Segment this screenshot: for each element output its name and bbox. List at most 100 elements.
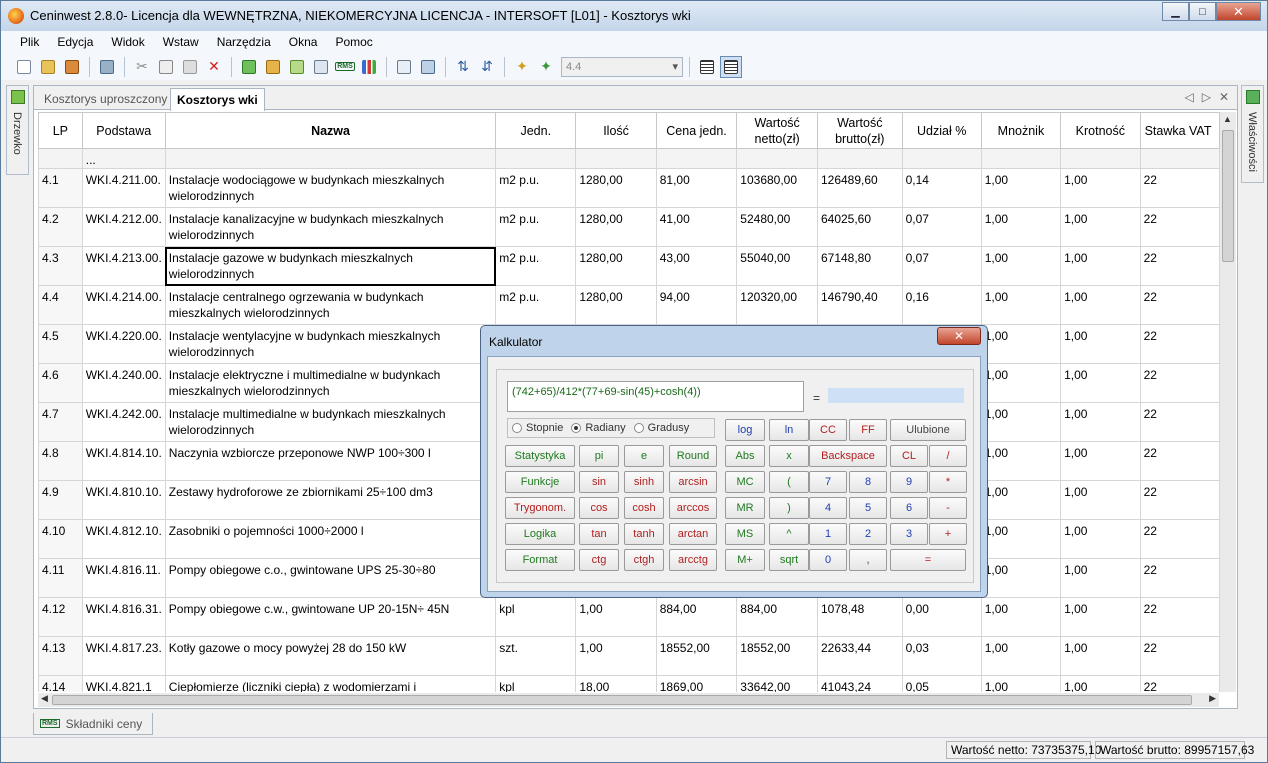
lparen-button[interactable]: ( <box>769 471 809 493</box>
wand-icon[interactable]: ✦ <box>511 56 533 78</box>
minimize-button[interactable]: ▁ <box>1162 2 1189 21</box>
detail-view-icon[interactable] <box>720 55 742 78</box>
cell-krotnosc[interactable]: 1,00 <box>1060 285 1141 325</box>
tree-dock[interactable]: Drzewko <box>6 85 29 175</box>
cell-brutto[interactable]: 67148,80 <box>816 246 903 286</box>
tab-kosztorys-uproszczony[interactable]: Kosztorys uproszczony <box>38 88 173 110</box>
horizontal-scrollbar[interactable]: ◀ ▶ <box>38 693 1219 707</box>
scroll-up-icon[interactable]: ▲ <box>1223 114 1232 124</box>
vertical-scrollbar[interactable]: ▲ <box>1220 112 1236 692</box>
format-button[interactable]: Format <box>505 549 575 571</box>
cell-udzial[interactable]: 0,07 <box>901 246 982 286</box>
table-row[interactable]: 4.1 WKI.4.211.00. Instalacje wodociągowe w… <box>38 168 1220 208</box>
cell-vat[interactable]: 22 <box>1139 207 1220 247</box>
cell-vat[interactable]: 22 <box>1139 363 1220 403</box>
cell-netto[interactable]: 884,00 <box>736 597 818 637</box>
cell-cena[interactable]: 94,00 <box>655 285 738 325</box>
digit-5-button[interactable]: 5 <box>849 497 887 519</box>
rparen-button[interactable]: ) <box>769 497 809 519</box>
cell-podstawa[interactable]: WKI.4.817.23. <box>81 636 166 676</box>
log-button[interactable]: log <box>725 419 765 441</box>
backspace-button[interactable]: Backspace <box>809 445 887 467</box>
table-row[interactable]: 4.12 WKI.4.816.31. Pompy obiegowe c.w., gw… <box>38 597 1220 637</box>
cell-mnoznik[interactable]: 1,00 <box>980 636 1062 676</box>
menu-okna[interactable]: Okna <box>280 35 327 49</box>
cell-brutto[interactable]: 64025,60 <box>816 207 903 247</box>
ulubione-button[interactable]: Ulubione <box>890 419 966 441</box>
cell-krotnosc[interactable]: 1,00 <box>1060 636 1141 676</box>
cell-nazwa[interactable]: Instalacje centralnego ogrzewania w budy… <box>164 285 497 325</box>
menu-wstaw[interactable]: Wstaw <box>154 35 208 49</box>
radio-radiany[interactable]: Radiany <box>571 422 626 434</box>
tab-next-icon[interactable]: ▷ <box>1202 90 1211 104</box>
cell-podstawa[interactable]: WKI.4.211.00. <box>81 168 166 208</box>
cell-podstawa[interactable]: WKI.4.814.10. <box>81 441 166 481</box>
cell-krotnosc[interactable]: 1,00 <box>1060 480 1141 520</box>
cell-vat[interactable]: 22 <box>1139 168 1220 208</box>
paste-icon[interactable] <box>179 56 201 78</box>
tan-button[interactable]: tan <box>579 523 619 545</box>
cell-krotnosc[interactable]: 1,00 <box>1060 168 1141 208</box>
col-header-podstawa[interactable]: Podstawa <box>81 112 166 149</box>
copy-icon[interactable] <box>155 56 177 78</box>
cell-lp[interactable]: 4.7 <box>38 402 83 442</box>
col-header-jedn[interactable]: Jedn. <box>495 112 577 149</box>
menu-plik[interactable]: Plik <box>11 35 48 49</box>
vertical-scroll-thumb[interactable] <box>1222 130 1234 262</box>
cell-ilosc[interactable]: 1280,00 <box>575 207 657 247</box>
col-header-vat[interactable]: Stawka VAT <box>1139 112 1220 149</box>
cut-icon[interactable]: ✂ <box>131 56 153 78</box>
cell-krotnosc[interactable]: 1,00 <box>1060 363 1141 403</box>
cl-button[interactable]: CL <box>890 445 928 467</box>
scroll-left-icon[interactable]: ◀ <box>41 693 48 704</box>
cell-nazwa[interactable]: Instalacje wodociągowe w budynkach miesz… <box>164 168 497 208</box>
menu-narzedzia[interactable]: Narzędzia <box>208 35 280 49</box>
scroll-right-icon[interactable]: ▶ <box>1209 693 1216 704</box>
digit-0-button[interactable]: 0 <box>809 549 847 571</box>
cell-lp[interactable]: 4.10 <box>38 519 83 559</box>
sqrt-button[interactable]: sqrt <box>769 549 809 571</box>
cell-lp[interactable]: 4.14 <box>38 675 83 692</box>
cell-lp[interactable]: 4.1 <box>38 168 83 208</box>
cell-brutto[interactable]: 146790,40 <box>816 285 903 325</box>
digit-2-button[interactable]: 2 <box>849 523 887 545</box>
cell-vat[interactable]: 22 <box>1139 480 1220 520</box>
x-button[interactable]: x <box>769 445 809 467</box>
cell-nazwa[interactable]: Instalacje wentylacyjne w budynkach mies… <box>164 324 497 364</box>
cell-podstawa[interactable]: WKI.4.212.00. <box>81 207 166 247</box>
cell-vat[interactable]: 22 <box>1139 519 1220 559</box>
ln-button[interactable]: ln <box>769 419 809 441</box>
delete-icon[interactable]: ✕ <box>203 56 225 78</box>
cell-podstawa[interactable]: WKI.4.816.11. <box>81 558 166 598</box>
cell-nazwa[interactable]: Kotły gazowe o mocy powyżej 28 do 150 kW <box>164 636 497 676</box>
menu-edycja[interactable]: Edycja <box>48 35 102 49</box>
col-header-udzial[interactable]: Udział % <box>901 112 982 149</box>
radio-gradusy[interactable]: Gradusy <box>633 422 689 434</box>
cell-udzial[interactable]: 0,05 <box>901 675 982 692</box>
cell-nazwa[interactable]: Instalacje elektryczne i multimedialne w… <box>164 363 497 403</box>
cell-lp[interactable]: 4.8 <box>38 441 83 481</box>
cell-podstawa[interactable]: WKI.4.242.00. <box>81 402 166 442</box>
table-row[interactable]: 4.3 WKI.4.213.00. Instalacje gazowe w budy… <box>38 246 1220 286</box>
cell-mnoznik[interactable]: 1,00 <box>980 441 1062 481</box>
cell-krotnosc[interactable]: 1,00 <box>1060 324 1141 364</box>
trygonom-button[interactable]: Trygonom. <box>505 497 575 519</box>
cell-vat[interactable]: 22 <box>1139 324 1220 364</box>
table-row[interactable]: 4.2 WKI.4.212.00. Instalacje kanalizacyjne… <box>38 207 1220 247</box>
cell-mnoznik[interactable]: 1,00 <box>980 363 1062 403</box>
mc-button[interactable]: MC <box>725 471 765 493</box>
cell-nazwa[interactable]: Pompy obiegowe c.o., gwintowane UPS 25-3… <box>164 558 497 598</box>
sort-asc-icon[interactable]: ⇅ <box>452 56 474 78</box>
cell-nazwa[interactable]: Naczynia wzbiorcze przeponowe NWP 100÷30… <box>164 441 497 481</box>
ff-button[interactable]: FF <box>849 419 887 441</box>
cell-lp[interactable]: 4.2 <box>38 207 83 247</box>
cell-krotnosc[interactable]: 1,00 <box>1060 207 1141 247</box>
close-button[interactable]: ✕ <box>1216 2 1261 21</box>
rms-icon[interactable]: RMS <box>334 56 356 78</box>
cell-lp[interactable]: 4.3 <box>38 246 83 286</box>
new-document-icon[interactable] <box>13 56 35 78</box>
cell-mnoznik[interactable]: 1,00 <box>980 207 1062 247</box>
sin-button[interactable]: sin <box>579 471 619 493</box>
col-header-krotnosc[interactable]: Krotność <box>1060 112 1141 149</box>
horizontal-scroll-thumb[interactable] <box>52 695 1192 705</box>
